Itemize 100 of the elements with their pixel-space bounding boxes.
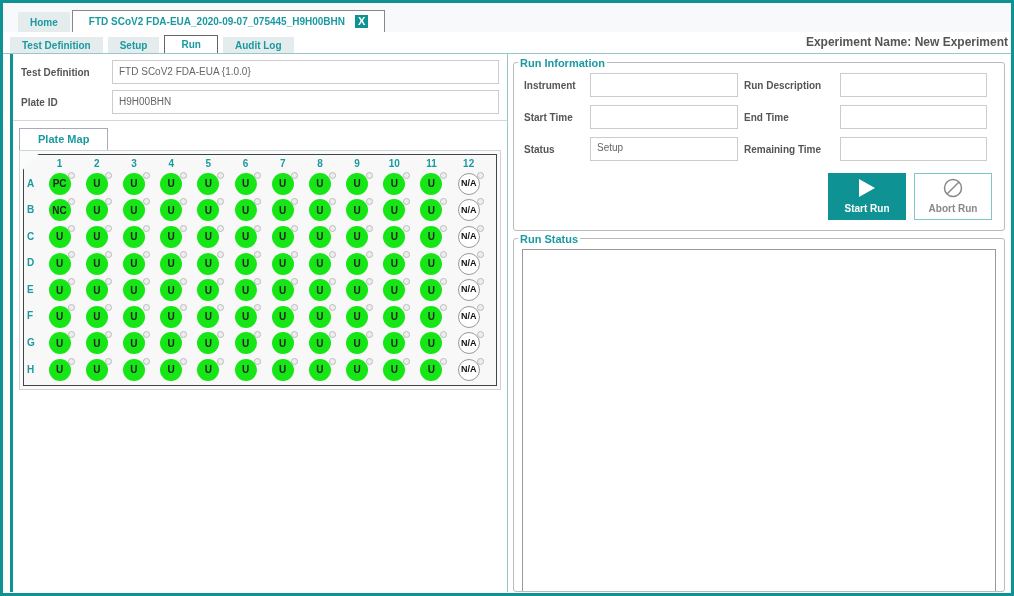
plate-well[interactable]: U: [383, 332, 406, 355]
plate-well[interactable]: U: [420, 358, 443, 381]
plate-well[interactable]: U: [122, 172, 145, 195]
plate-well[interactable]: U: [271, 332, 294, 355]
plate-well[interactable]: U: [160, 226, 183, 248]
plate-well[interactable]: U: [420, 279, 443, 302]
plate-well[interactable]: U: [85, 358, 108, 381]
plate-well[interactable]: U: [85, 199, 108, 222]
plate-well[interactable]: U: [346, 279, 369, 302]
plate-well[interactable]: U: [271, 305, 294, 328]
plate-well[interactable]: U: [48, 305, 71, 328]
start-run-button[interactable]: Start Run: [828, 173, 906, 220]
plate-well[interactable]: U: [85, 252, 108, 275]
plate-well[interactable]: U: [271, 172, 294, 195]
plate-well[interactable]: U: [160, 252, 183, 275]
plate-well[interactable]: U: [48, 279, 71, 302]
plate-well[interactable]: U: [48, 332, 71, 355]
plate-well[interactable]: U: [197, 172, 220, 195]
plate-well[interactable]: U: [420, 226, 443, 248]
plate-well[interactable]: U: [48, 226, 71, 248]
plate-well[interactable]: N/A: [457, 332, 480, 355]
plate-well[interactable]: U: [85, 172, 108, 195]
plate-well[interactable]: U: [234, 252, 257, 275]
plate-well[interactable]: N/A: [457, 226, 480, 248]
text-field[interactable]: [840, 137, 987, 161]
plate-well[interactable]: U: [420, 252, 443, 275]
plate-well[interactable]: U: [346, 305, 369, 328]
text-field[interactable]: [590, 73, 738, 97]
text-field[interactable]: [840, 105, 987, 129]
plate-well[interactable]: U: [234, 226, 257, 248]
close-button[interactable]: X: [355, 15, 369, 28]
plate-well[interactable]: U: [197, 199, 220, 222]
plate-well[interactable]: U: [234, 199, 257, 222]
plate-well[interactable]: U: [271, 252, 294, 275]
plate-well[interactable]: N/A: [457, 358, 480, 381]
plate-well[interactable]: U: [197, 252, 220, 275]
plate-well[interactable]: U: [234, 358, 257, 381]
plate-well[interactable]: U: [346, 172, 369, 195]
text-field[interactable]: FTD SCoV2 FDA-EUA {1.0.0}: [112, 60, 499, 84]
plate-well[interactable]: N/A: [457, 279, 480, 302]
plate-well[interactable]: U: [308, 279, 331, 302]
plate-well[interactable]: U: [122, 279, 145, 302]
plate-well[interactable]: U: [234, 332, 257, 355]
plate-well[interactable]: U: [383, 172, 406, 195]
plate-well[interactable]: U: [346, 332, 369, 355]
plate-well[interactable]: U: [197, 279, 220, 302]
text-field[interactable]: H9H00BHN: [112, 90, 499, 114]
plate-well[interactable]: U: [160, 172, 183, 195]
plate-well[interactable]: U: [308, 226, 331, 248]
plate-well[interactable]: U: [85, 226, 108, 248]
plate-well[interactable]: U: [85, 279, 108, 302]
text-field[interactable]: [840, 73, 987, 97]
plate-well[interactable]: U: [271, 358, 294, 381]
plate-well[interactable]: U: [48, 252, 71, 275]
plate-well[interactable]: U: [383, 199, 406, 222]
plate-well[interactable]: U: [85, 332, 108, 355]
plate-well[interactable]: U: [383, 305, 406, 328]
plate-well[interactable]: U: [160, 358, 183, 381]
plate-well[interactable]: U: [197, 226, 220, 248]
plate-well[interactable]: U: [160, 305, 183, 328]
plate-well[interactable]: U: [197, 358, 220, 381]
plate-well[interactable]: U: [308, 358, 331, 381]
text-field[interactable]: [590, 105, 738, 129]
plate-well[interactable]: U: [420, 305, 443, 328]
plate-well[interactable]: U: [383, 358, 406, 381]
plate-well[interactable]: U: [234, 305, 257, 328]
plate-well[interactable]: N/A: [457, 172, 480, 195]
plate-well[interactable]: U: [308, 332, 331, 355]
plate-well[interactable]: U: [197, 332, 220, 355]
text-field[interactable]: Setup: [590, 137, 738, 161]
plate-well[interactable]: U: [346, 226, 369, 248]
plate-well[interactable]: U: [197, 305, 220, 328]
plate-well[interactable]: U: [308, 252, 331, 275]
plate-well[interactable]: U: [383, 279, 406, 302]
plate-well[interactable]: U: [308, 172, 331, 195]
plate-well[interactable]: U: [308, 199, 331, 222]
plate-well[interactable]: N/A: [457, 305, 480, 328]
plate-well[interactable]: U: [122, 252, 145, 275]
plate-well[interactable]: U: [271, 279, 294, 302]
plate-well[interactable]: U: [160, 332, 183, 355]
plate-well[interactable]: U: [308, 305, 331, 328]
plate-well[interactable]: U: [122, 199, 145, 222]
plate-well[interactable]: U: [271, 226, 294, 248]
plate-well[interactable]: U: [234, 279, 257, 302]
plate-well[interactable]: N/A: [457, 252, 480, 275]
plate-well[interactable]: U: [122, 358, 145, 381]
plate-well[interactable]: U: [48, 358, 71, 381]
plate-well[interactable]: U: [122, 226, 145, 248]
plate-well[interactable]: U: [160, 279, 183, 302]
plate-well[interactable]: PC: [48, 172, 71, 195]
plate-well[interactable]: N/A: [457, 199, 480, 222]
plate-well[interactable]: U: [160, 199, 183, 222]
plate-well[interactable]: U: [383, 252, 406, 275]
plate-well[interactable]: U: [122, 305, 145, 328]
plate-well[interactable]: U: [420, 332, 443, 355]
plate-well[interactable]: U: [234, 172, 257, 195]
plate-well[interactable]: U: [346, 252, 369, 275]
plate-well[interactable]: U: [420, 199, 443, 222]
document-tab[interactable]: FTD SCoV2 FDA-EUA_2020-09-07_075445_H9H00BHN X: [71, 10, 386, 32]
plate-well[interactable]: U: [420, 172, 443, 195]
